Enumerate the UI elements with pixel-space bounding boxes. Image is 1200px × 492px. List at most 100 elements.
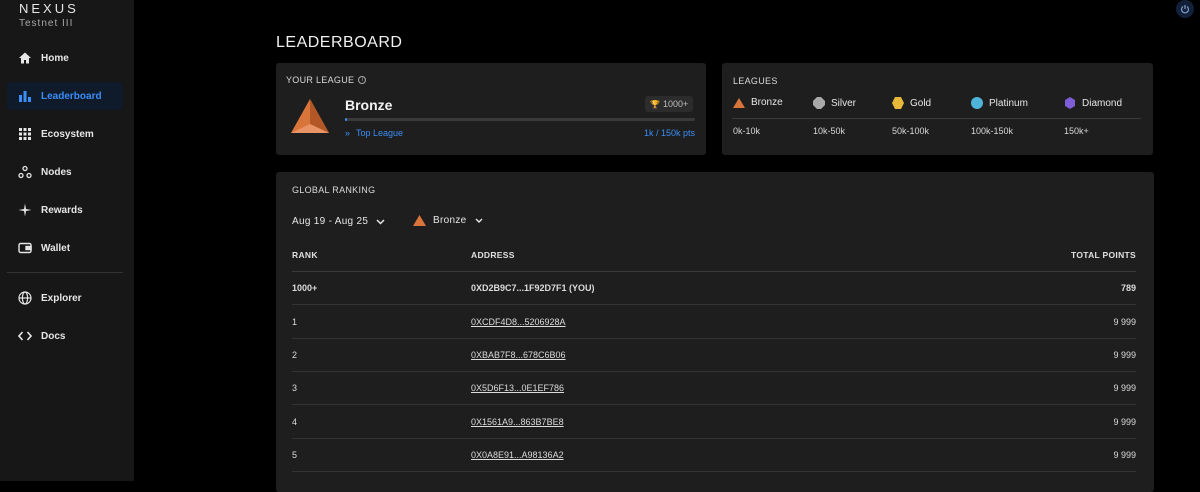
sidebar: NEXUS Testnet III Home Leaderboard Ecosy…	[0, 0, 134, 481]
grid-icon	[18, 127, 32, 141]
trophy-icon: 🏆	[650, 99, 660, 109]
bronze-icon	[733, 97, 745, 108]
code-icon	[18, 329, 32, 343]
sidebar-item-home[interactable]: Home	[7, 44, 123, 72]
sidebar-item-rewards[interactable]: Rewards	[7, 196, 123, 224]
points-cell: 9 999	[1113, 350, 1136, 360]
points-cell: 9 999	[1113, 317, 1136, 327]
sidebar-item-leaderboard[interactable]: Leaderboard	[7, 82, 123, 110]
league-filter-label: Bronze	[433, 215, 467, 226]
leagues-divider	[732, 118, 1141, 119]
global-ranking-card: GLOBAL RANKING Aug 19 - Aug 25 Bronze RA…	[276, 172, 1154, 492]
league-platinum: Platinum	[971, 97, 1028, 109]
bar-chart-icon	[18, 89, 32, 103]
table-row-you: 1000+ 0XD2B9C7...1F92D7F1 (YOU) 789	[292, 272, 1136, 305]
brand-subtitle: Testnet III	[19, 18, 74, 29]
sidebar-item-nodes[interactable]: Nodes	[7, 158, 123, 186]
address-cell: 0XD2B9C7...1F92D7F1 (YOU)	[471, 283, 595, 293]
table-row: 1 0XCDF4D8...5206928A 9 999	[292, 306, 1136, 339]
address-link[interactable]: 0X0A8E91...A98136A2	[471, 439, 564, 472]
sidebar-item-label: Rewards	[41, 204, 83, 216]
sparkle-icon	[18, 203, 32, 217]
sidebar-item-label: Nodes	[41, 166, 72, 178]
address-link[interactable]: 0XBAB7F8...678C6B06	[471, 339, 566, 372]
rank-cell: 1	[292, 317, 298, 327]
league-gold-range: 50k-100k	[892, 126, 930, 136]
sidebar-item-wallet[interactable]: Wallet	[7, 234, 123, 262]
date-filter-dropdown[interactable]: Aug 19 - Aug 25	[292, 216, 385, 227]
leagues-card: LEAGUES Bronze Silver Gold Platinum Diam…	[722, 63, 1153, 155]
column-header-address: ADDRESS	[471, 250, 515, 260]
league-bronze-name: Bronze	[751, 97, 783, 108]
chevron-down-icon	[475, 218, 482, 223]
sidebar-divider	[7, 272, 123, 273]
league-bronze: Bronze	[733, 97, 783, 108]
your-league-heading: YOUR LEAGUE	[286, 75, 355, 85]
rank-cell: 4	[292, 417, 298, 427]
league-platinum-name: Platinum	[989, 97, 1028, 109]
column-header-points: TOTAL POINTS	[1071, 250, 1136, 260]
table-row: 4 0X1561A9...863B7BE8 9 999	[292, 406, 1136, 439]
nodes-icon	[18, 165, 32, 179]
league-gold: Gold	[892, 97, 931, 109]
column-header-rank: RANK	[292, 250, 318, 260]
league-badge: 🏆 1000+	[645, 96, 694, 112]
league-progress-track	[345, 118, 695, 121]
sidebar-item-label: Wallet	[41, 242, 71, 254]
leagues-heading: LEAGUES	[733, 76, 778, 86]
sidebar-item-label: Home	[41, 52, 69, 64]
brand: NEXUS Testnet III	[19, 1, 79, 29]
league-diamond-range: 150k+	[1064, 126, 1089, 136]
league-progress-fill	[345, 118, 347, 121]
sidebar-item-label: Leaderboard	[41, 90, 102, 102]
points-cell: 9 999	[1113, 450, 1136, 460]
rank-cell: 5	[292, 450, 298, 460]
table-row: 2 0XBAB7F8...678C6B06 9 999	[292, 339, 1136, 372]
sidebar-item-label: Docs	[41, 330, 66, 342]
sidebar-item-explorer[interactable]: Explorer	[7, 284, 123, 312]
power-button[interactable]	[1176, 0, 1194, 18]
sidebar-item-docs[interactable]: Docs	[7, 322, 123, 350]
table-row: 3 0X5D6F13...0E1EF786 9 999	[292, 372, 1136, 405]
address-link[interactable]: 0X1561A9...863B7BE8	[471, 406, 564, 439]
address-link[interactable]: 0XCDF4D8...5206928A	[471, 306, 566, 339]
bronze-icon	[413, 215, 426, 226]
points-cell: 9 999	[1113, 417, 1136, 427]
league-platinum-range: 100k-150k	[971, 126, 1014, 136]
league-diamond-name: Diamond	[1082, 97, 1123, 109]
diamond-icon	[1065, 97, 1075, 109]
table-header: RANK ADDRESS TOTAL POINTS	[292, 238, 1136, 272]
top-league-label: Top League	[356, 128, 404, 138]
address-link[interactable]: 0X5D6F13...0E1EF786	[471, 372, 564, 405]
league-badge-label: 1000+	[662, 99, 689, 109]
league-name: Bronze	[345, 97, 393, 113]
wallet-icon	[18, 241, 32, 255]
league-silver-range: 10k-50k	[813, 126, 846, 136]
platinum-icon	[971, 97, 983, 109]
league-gold-name: Gold	[910, 97, 932, 109]
rank-cell: 1000+	[292, 283, 318, 293]
rank-cell: 2	[292, 350, 298, 360]
info-icon[interactable]: i	[358, 76, 367, 84]
top-league-link[interactable]: » Top League	[345, 128, 403, 138]
brand-name: NEXUS	[19, 1, 79, 16]
silver-icon	[813, 97, 825, 109]
chevron-down-icon	[376, 218, 385, 225]
sidebar-item-ecosystem[interactable]: Ecosystem	[7, 120, 123, 148]
globe-icon	[18, 291, 32, 305]
page-title: LEADERBOARD	[276, 34, 403, 51]
league-diamond: Diamond	[1064, 97, 1122, 109]
global-ranking-heading: GLOBAL RANKING	[292, 185, 376, 195]
gold-icon	[892, 97, 904, 109]
bronze-league-icon	[290, 98, 330, 139]
league-filter-dropdown[interactable]: Bronze	[413, 215, 483, 226]
table-row: 5 0X0A8E91...A98136A2 9 999	[292, 439, 1136, 472]
league-silver: Silver	[813, 97, 856, 109]
rank-cell: 3	[292, 383, 298, 393]
chevrons-right-icon: »	[345, 128, 351, 138]
home-icon	[18, 51, 32, 65]
points-cell: 9 999	[1113, 383, 1136, 393]
points-cell: 789	[1120, 283, 1136, 293]
date-filter-label: Aug 19 - Aug 25	[292, 216, 369, 227]
league-bronze-range: 0k-10k	[733, 126, 761, 136]
